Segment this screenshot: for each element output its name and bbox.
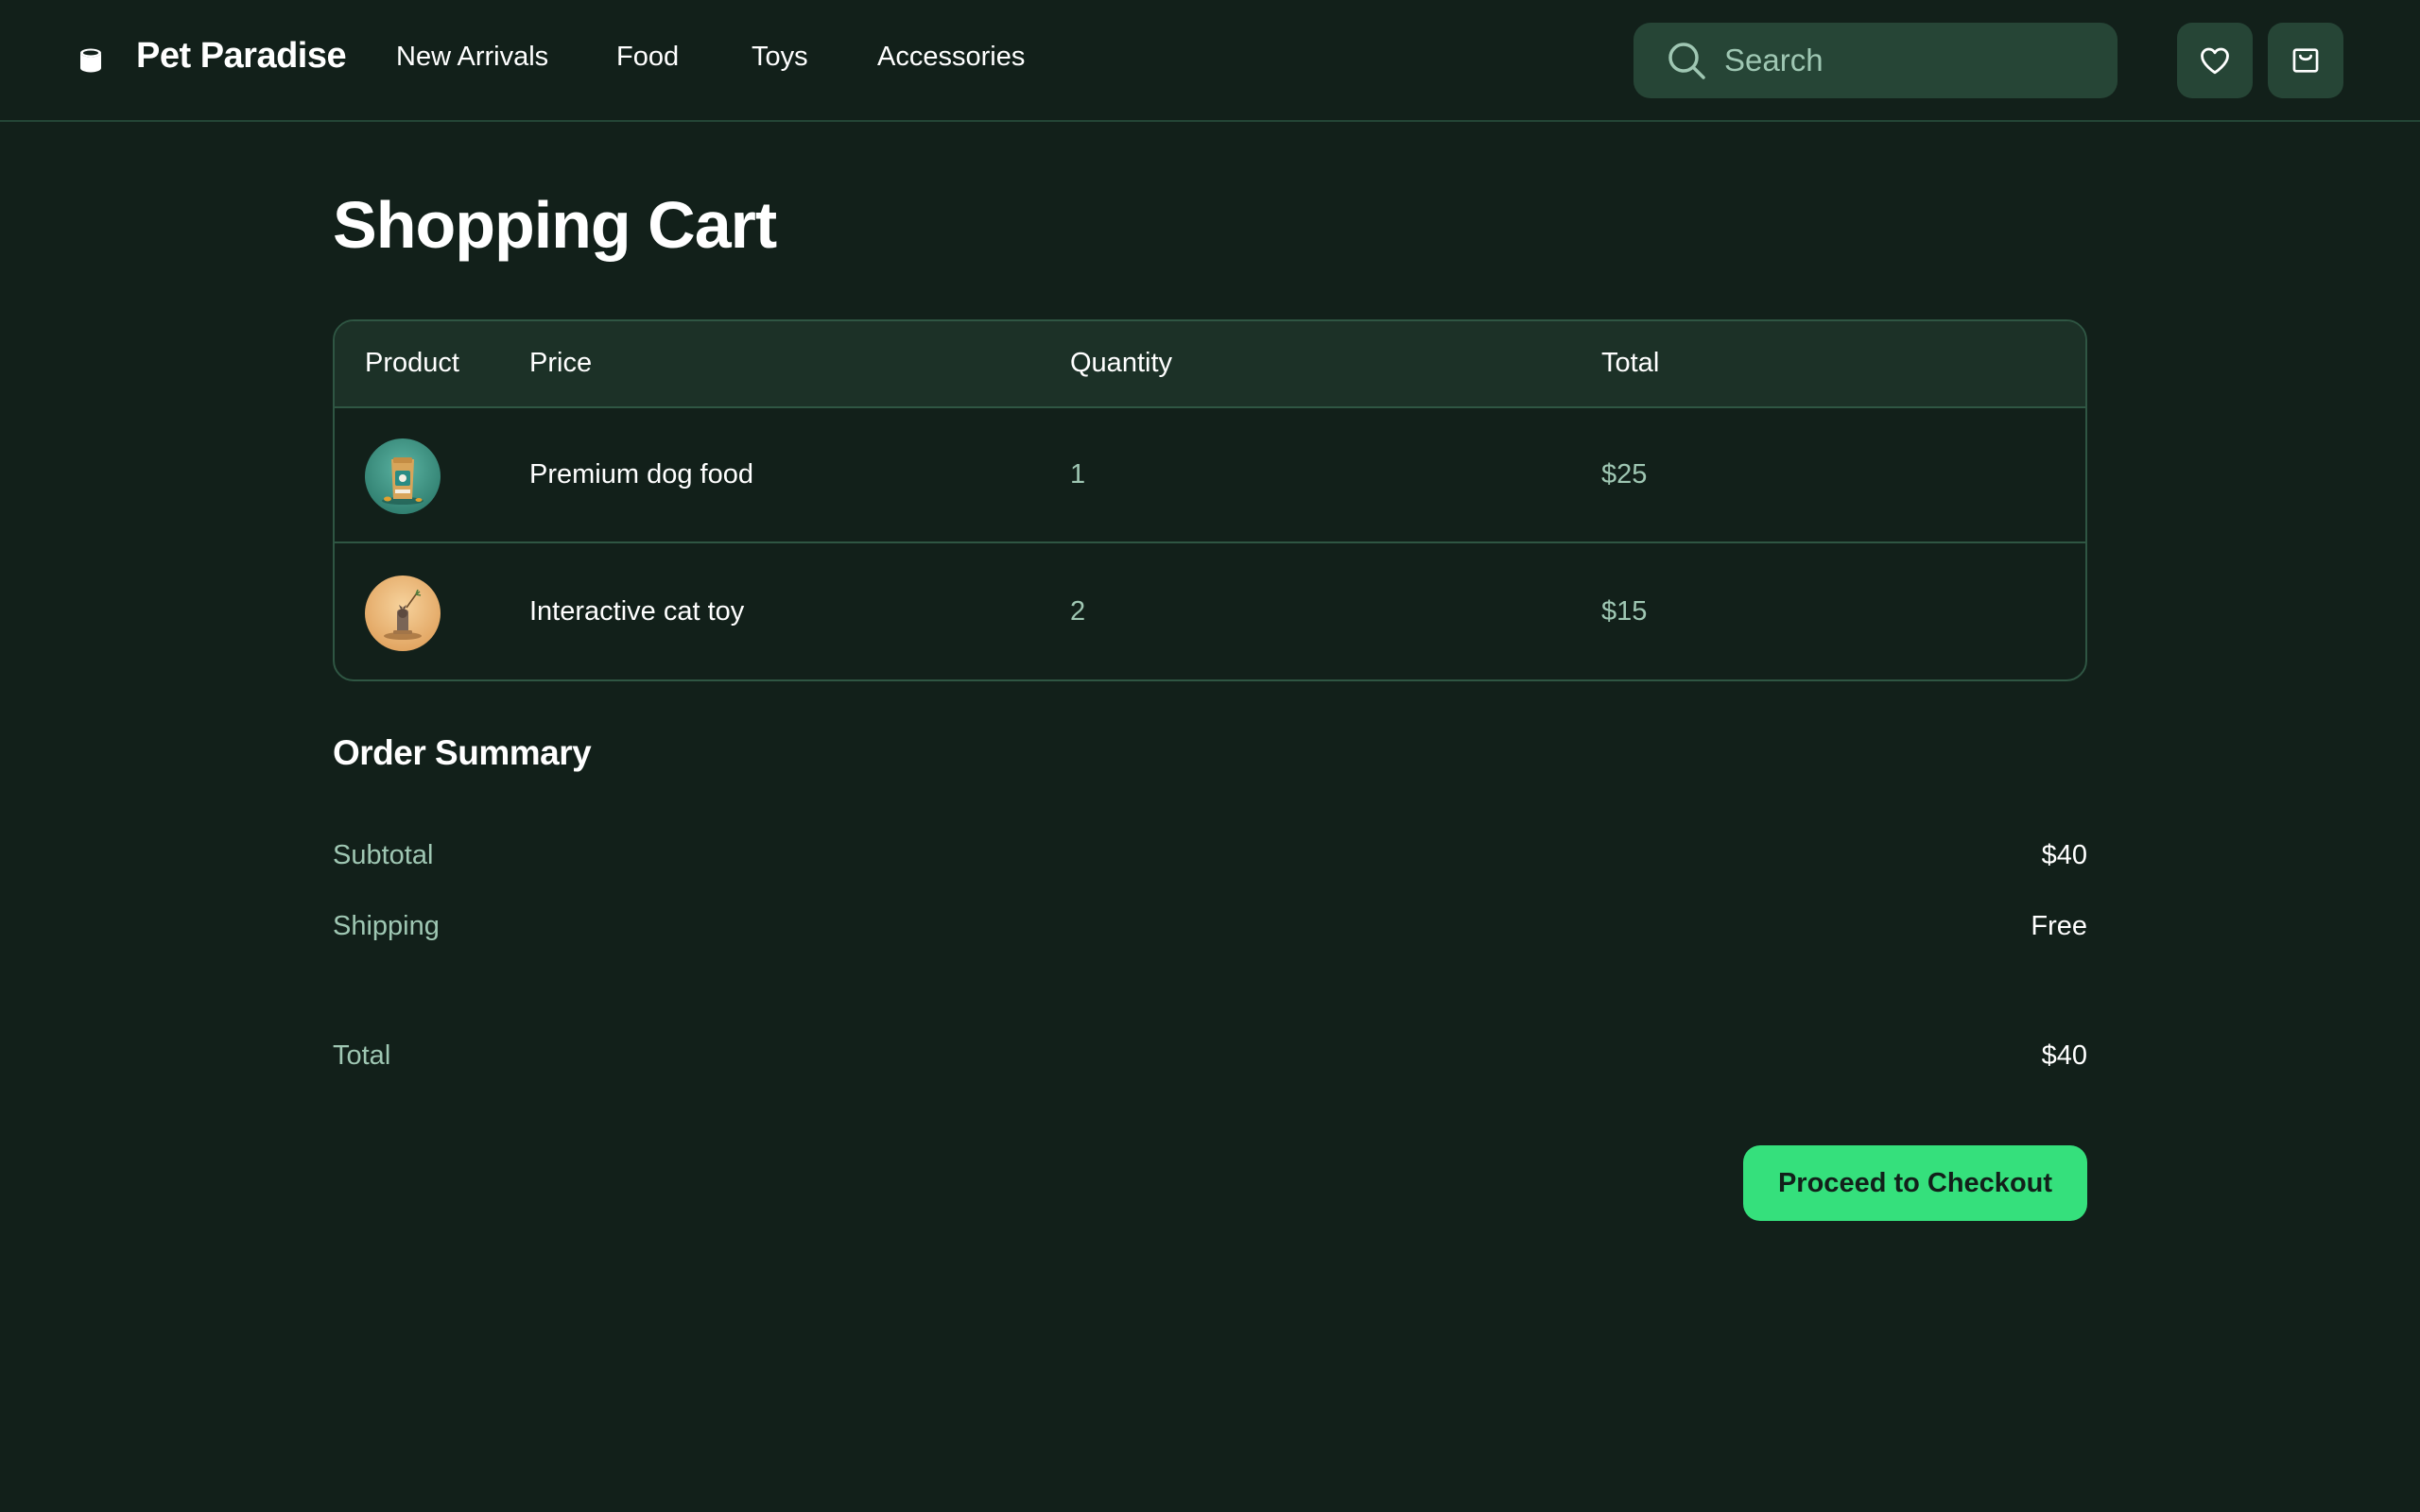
table-header: Product Price Quantity Total: [335, 321, 2085, 408]
cart-button[interactable]: [2268, 23, 2343, 98]
search-input[interactable]: [1724, 23, 2093, 98]
top-navigation-bar: Pet Paradise New Arrivals Food Toys Acce…: [0, 0, 2420, 122]
column-header-product: Product: [365, 348, 459, 378]
column-header-quantity: Quantity: [1070, 348, 1172, 378]
product-quantity[interactable]: 1: [1070, 459, 1085, 490]
wishlist-button[interactable]: [2177, 23, 2253, 98]
total-label: Total: [333, 1040, 391, 1071]
heart-icon: [2201, 47, 2229, 75]
nav-toys[interactable]: Toys: [752, 42, 808, 73]
proceed-to-checkout-button[interactable]: Proceed to Checkout: [1743, 1145, 2087, 1221]
subtotal-label: Subtotal: [333, 840, 434, 870]
column-header-price: Price: [529, 348, 593, 378]
product-name[interactable]: Interactive cat toy: [529, 596, 744, 627]
search-icon: [1668, 43, 1705, 79]
search-box[interactable]: [1634, 23, 2118, 98]
order-summary-title: Order Summary: [333, 733, 592, 772]
brand-name[interactable]: Pet Paradise: [136, 36, 347, 77]
shipping-value: Free: [2031, 911, 2087, 941]
product-total: $25: [1601, 459, 1648, 490]
nav-food[interactable]: Food: [616, 42, 679, 73]
table-row[interactable]: Interactive cat toy 2 $15: [335, 545, 2085, 679]
total-value: $40: [2041, 1040, 2087, 1071]
subtotal-value: $40: [2041, 840, 2087, 870]
dog-food-bag-image[interactable]: [365, 438, 441, 514]
product-name[interactable]: Premium dog food: [529, 459, 753, 490]
product-total: $15: [1601, 596, 1648, 627]
shopping-bag-icon: [2292, 48, 2319, 73]
nav-new-arrivals[interactable]: New Arrivals: [396, 42, 548, 73]
page-title: Shopping Cart: [333, 188, 777, 262]
cart-table: Product Price Quantity Total Premium dog…: [333, 319, 2087, 681]
cat-toy-image[interactable]: [365, 576, 441, 651]
table-row[interactable]: Premium dog food 1 $25: [335, 408, 2085, 543]
product-quantity[interactable]: 2: [1070, 596, 1085, 627]
food-can-icon: [80, 48, 101, 73]
column-header-total: Total: [1601, 348, 1660, 378]
nav-accessories[interactable]: Accessories: [877, 42, 1025, 73]
shipping-label: Shipping: [333, 911, 440, 941]
